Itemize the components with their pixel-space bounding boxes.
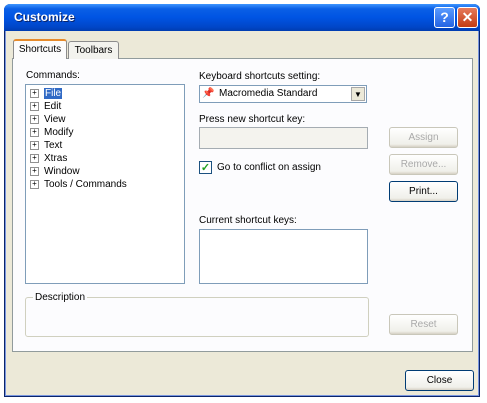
expand-icon[interactable]: + xyxy=(30,102,39,111)
new-shortcut-input[interactable] xyxy=(199,127,368,149)
reset-button[interactable]: Reset xyxy=(389,314,458,335)
description-label: Description xyxy=(33,292,88,303)
current-shortcut-list[interactable] xyxy=(199,229,368,284)
tree-item-label: Window xyxy=(44,166,80,177)
keyboard-shortcuts-label: Keyboard shortcuts setting: xyxy=(199,71,321,82)
pin-icon: 📌 xyxy=(202,88,215,99)
tree-item-view[interactable]: + View xyxy=(30,114,66,127)
commands-label: Commands: xyxy=(26,70,80,81)
tree-item-label: Xtras xyxy=(44,153,68,164)
tab-toolbars[interactable]: Toolbars xyxy=(68,41,119,59)
assign-button[interactable]: Assign xyxy=(389,127,458,148)
tree-item-modify[interactable]: + Modify xyxy=(30,127,73,140)
tree-item-xtras[interactable]: + Xtras xyxy=(30,153,67,166)
tree-item-label: View xyxy=(44,114,66,125)
dropdown-arrow-icon[interactable]: ▼ xyxy=(351,87,365,101)
tree-item-label: Edit xyxy=(44,101,62,112)
tab-shortcuts[interactable]: Shortcuts xyxy=(13,39,67,59)
commands-tree[interactable]: + File + Edit + View + Modify + Text + Xtras +… xyxy=(25,84,185,284)
expand-icon[interactable]: + xyxy=(30,89,39,98)
expand-icon[interactable]: + xyxy=(30,128,39,137)
conflict-checkbox-label: Go to conflict on assign xyxy=(217,162,321,173)
tree-item-edit[interactable]: + Edit xyxy=(30,101,61,114)
tree-item-label: Tools / Commands xyxy=(44,179,127,190)
tree-item-text[interactable]: + Text xyxy=(30,140,62,153)
expand-icon[interactable]: + xyxy=(30,141,39,150)
expand-icon[interactable]: + xyxy=(30,115,39,124)
new-shortcut-label: Press new shortcut key: xyxy=(199,114,306,125)
current-shortcut-label: Current shortcut keys: xyxy=(199,215,297,226)
close-window-button[interactable]: ✕ xyxy=(457,7,478,28)
remove-button[interactable]: Remove... xyxy=(389,154,458,175)
tree-item-label: Text xyxy=(44,140,63,151)
tree-item-label: File xyxy=(44,88,63,99)
tree-item-file[interactable]: + File xyxy=(30,88,63,101)
tree-item-window[interactable]: + Window xyxy=(30,166,80,179)
keyboard-shortcuts-select[interactable]: 📌 Macromedia Standard ▼ xyxy=(199,85,367,103)
tree-item-label: Modify xyxy=(44,127,74,138)
title-bar[interactable] xyxy=(4,4,480,31)
help-button[interactable]: ? xyxy=(434,7,455,28)
expand-icon[interactable]: + xyxy=(30,154,39,163)
conflict-checkbox[interactable]: ✓ xyxy=(199,161,212,174)
keyboard-shortcuts-value: Macromedia Standard xyxy=(219,88,318,99)
print-button[interactable]: Print... xyxy=(389,181,458,202)
description-group xyxy=(25,297,369,337)
expand-icon[interactable]: + xyxy=(30,167,39,176)
close-button[interactable]: Close xyxy=(405,370,474,391)
expand-icon[interactable]: + xyxy=(30,180,39,189)
tree-item-tools-commands[interactable]: + Tools / Commands xyxy=(30,179,127,192)
dialog-title: Customize xyxy=(14,10,75,24)
